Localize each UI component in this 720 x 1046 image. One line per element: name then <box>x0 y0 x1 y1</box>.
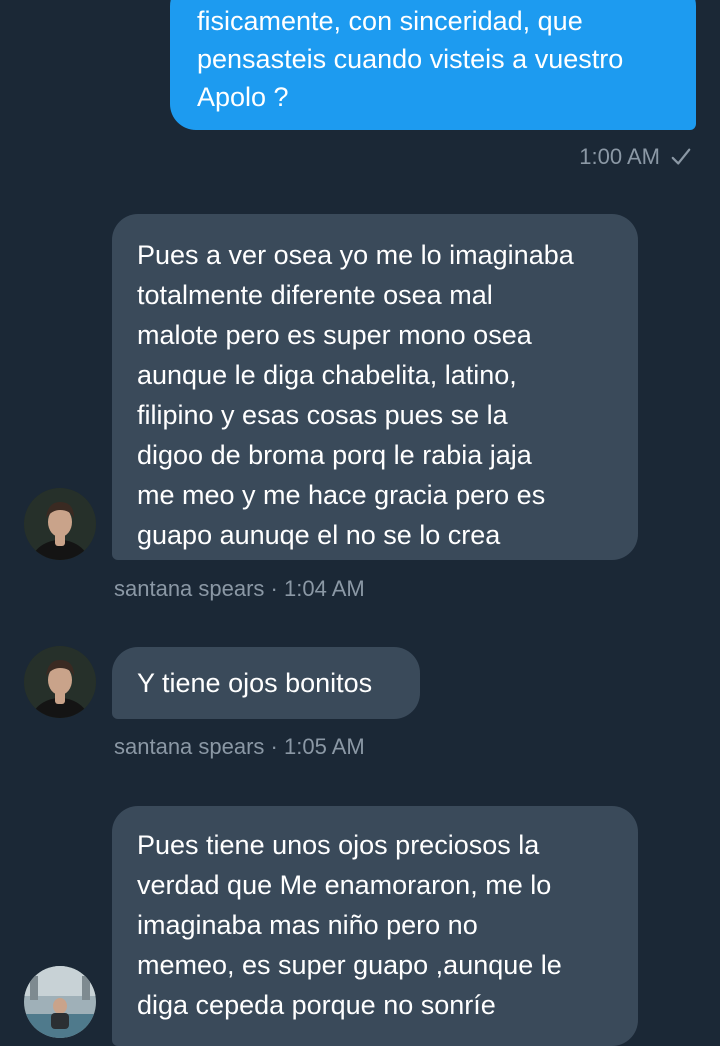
message-meta: santana spears · 1:04 AM <box>114 576 365 601</box>
sent-message-bubble[interactable]: fisicamente, con sinceridad, que pensast… <box>170 0 696 130</box>
check-icon <box>670 146 692 168</box>
message-meta: santana spears · 1:05 AM <box>114 734 365 759</box>
sent-message-time: 1:00 AM <box>579 144 660 169</box>
avatar[interactable] <box>24 646 96 718</box>
sent-message-meta: 1:00 AM <box>579 142 692 172</box>
avatar[interactable] <box>24 966 96 1038</box>
received-message-bubble[interactable]: Pues tiene unos ojos preciosos la verdad… <box>112 806 638 1046</box>
received-message-bubble[interactable]: Pues a ver osea yo me lo imaginaba total… <box>112 214 638 560</box>
avatar[interactable] <box>24 488 96 560</box>
received-message-bubble[interactable]: Y tiene ojos bonitos <box>112 647 420 719</box>
